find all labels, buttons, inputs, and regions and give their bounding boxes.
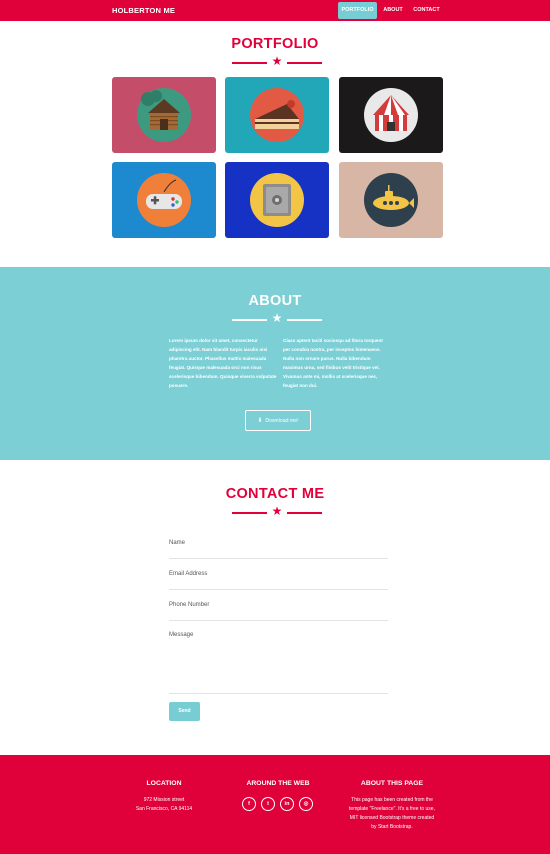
nav-link-about[interactable]: ABOUT bbox=[380, 2, 406, 19]
star-icon: ★ bbox=[271, 504, 283, 518]
about-paragraph-left: Lorem ipsum dolor sit amet, consectetur … bbox=[169, 338, 277, 388]
download-button-label: Download me! bbox=[265, 418, 299, 424]
facebook-icon[interactable]: f bbox=[242, 797, 256, 811]
name-field-underline bbox=[169, 558, 388, 559]
message-field[interactable]: Message bbox=[169, 632, 193, 638]
phone-field[interactable]: Phone Number bbox=[169, 602, 209, 608]
portfolio-item-cabin[interactable] bbox=[112, 77, 216, 153]
nav-link-contact[interactable]: CONTACT bbox=[410, 2, 443, 19]
footer-about-line2: template "Freelance". It's a free to use… bbox=[349, 806, 435, 812]
about-title: ABOUT bbox=[248, 293, 302, 309]
contact-divider: ★ bbox=[232, 504, 322, 519]
game-controller-icon bbox=[137, 173, 191, 227]
footer bbox=[0, 755, 550, 854]
message-field-underline bbox=[169, 693, 388, 694]
contact-title: CONTACT ME bbox=[225, 486, 325, 502]
footer-location-title: LOCATION bbox=[146, 780, 182, 787]
about-paragraph-right: Class aptent taciti sociosqu ad litora t… bbox=[283, 338, 383, 388]
twitter-icon[interactable]: t bbox=[261, 797, 275, 811]
footer-about-line4: by Start Bootstrap. bbox=[333, 823, 451, 832]
linkedin-icon[interactable]: in bbox=[280, 797, 294, 811]
star-icon: ★ bbox=[271, 54, 283, 68]
portfolio-divider: ★ bbox=[232, 54, 322, 69]
safe-icon bbox=[250, 173, 304, 227]
portfolio-item-cake[interactable] bbox=[225, 77, 329, 153]
brand-link[interactable]: HOLBERTON ME bbox=[112, 0, 175, 21]
footer-about-title: ABOUT THIS PAGE bbox=[360, 780, 424, 787]
footer-about-line4-suffix: . bbox=[411, 824, 413, 830]
footer-about-line4-prefix: by bbox=[371, 824, 378, 830]
portfolio-item-circus[interactable] bbox=[339, 77, 443, 153]
portfolio-item-submarine[interactable] bbox=[339, 162, 443, 238]
download-icon: ⬇ bbox=[257, 417, 263, 424]
email-field-underline bbox=[169, 589, 388, 590]
download-button[interactable]: ⬇ Download me! bbox=[245, 410, 311, 431]
footer-web-title: AROUND THE WEB bbox=[246, 780, 310, 787]
cake-icon bbox=[250, 88, 304, 142]
submarine-icon bbox=[364, 173, 418, 227]
footer-about-line1: This page has been created from the bbox=[351, 797, 433, 803]
email-field[interactable]: Email Address bbox=[169, 571, 207, 577]
start-bootstrap-link[interactable]: Start Bootstrap bbox=[378, 824, 411, 830]
portfolio-title: PORTFOLIO bbox=[231, 36, 319, 52]
footer-location-line1: 972 Mission street bbox=[143, 797, 185, 803]
star-icon: ★ bbox=[271, 311, 283, 325]
cabin-icon bbox=[137, 88, 191, 142]
phone-field-underline bbox=[169, 620, 388, 621]
dribbble-icon[interactable]: ◎ bbox=[299, 797, 313, 811]
footer-about-line3: MIT licensed Bootstrap theme created bbox=[349, 815, 435, 821]
name-field[interactable]: Name bbox=[169, 540, 185, 546]
about-divider: ★ bbox=[232, 311, 322, 326]
navbar: HOLBERTON ME PORTFOLIO ABOUT CONTACT bbox=[0, 0, 550, 21]
portfolio-item-game[interactable] bbox=[112, 162, 216, 238]
nav-link-portfolio[interactable]: PORTFOLIO bbox=[338, 2, 377, 19]
portfolio-item-safe[interactable] bbox=[225, 162, 329, 238]
footer-location-line2: San Francisco, CA 94114 bbox=[135, 806, 193, 812]
send-button[interactable]: Send bbox=[169, 702, 200, 721]
circus-icon bbox=[364, 88, 418, 142]
